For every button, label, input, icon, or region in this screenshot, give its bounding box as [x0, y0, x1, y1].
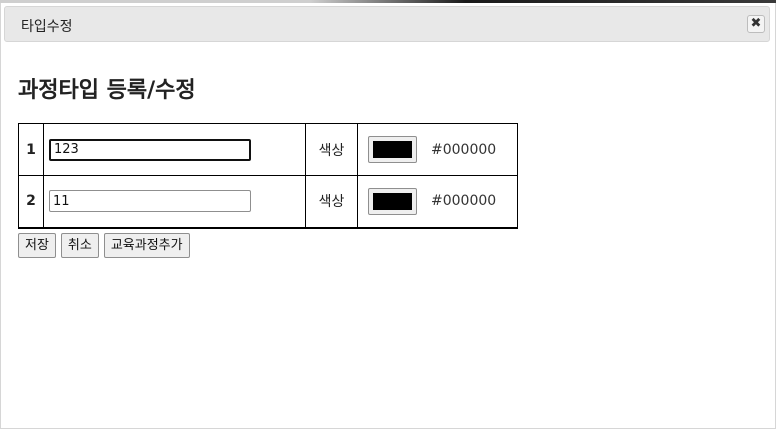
- close-icon[interactable]: ✖: [747, 15, 765, 33]
- color-label: 색상: [305, 123, 358, 176]
- color-picker-button[interactable]: [368, 187, 417, 215]
- color-hex-value: #000000: [431, 141, 497, 158]
- color-label: 색상: [305, 175, 358, 229]
- type-name-cell: [43, 175, 306, 229]
- save-button[interactable]: 저장: [18, 233, 56, 258]
- add-course-button[interactable]: 교육과정추가: [103, 233, 190, 258]
- dialog-title: 타입수정: [21, 19, 73, 35]
- color-swatch: [373, 141, 412, 158]
- color-swatch: [373, 192, 412, 210]
- type-name-input[interactable]: [49, 190, 251, 213]
- page-title: 과정타입 등록/수정: [18, 78, 196, 103]
- color-cell: #000000: [357, 175, 518, 229]
- type-name-cell: [43, 123, 306, 176]
- dialog-titlebar[interactable]: 타입수정 ✖: [4, 6, 770, 42]
- color-cell: #000000: [357, 123, 518, 176]
- course-type-table: 1 색상 #000000 2 색상 #000000: [18, 123, 518, 229]
- row-number: 2: [18, 175, 44, 229]
- table-row: 2 색상 #000000: [18, 175, 518, 229]
- cancel-button[interactable]: 취소: [60, 233, 99, 258]
- table-row: 1 색상 #000000: [18, 123, 518, 176]
- row-number: 1: [18, 123, 44, 176]
- color-picker-button[interactable]: [368, 136, 417, 163]
- action-buttons: 저장 취소 교육과정추가: [18, 233, 190, 258]
- type-name-input[interactable]: [49, 138, 251, 161]
- color-hex-value: #000000: [431, 193, 497, 210]
